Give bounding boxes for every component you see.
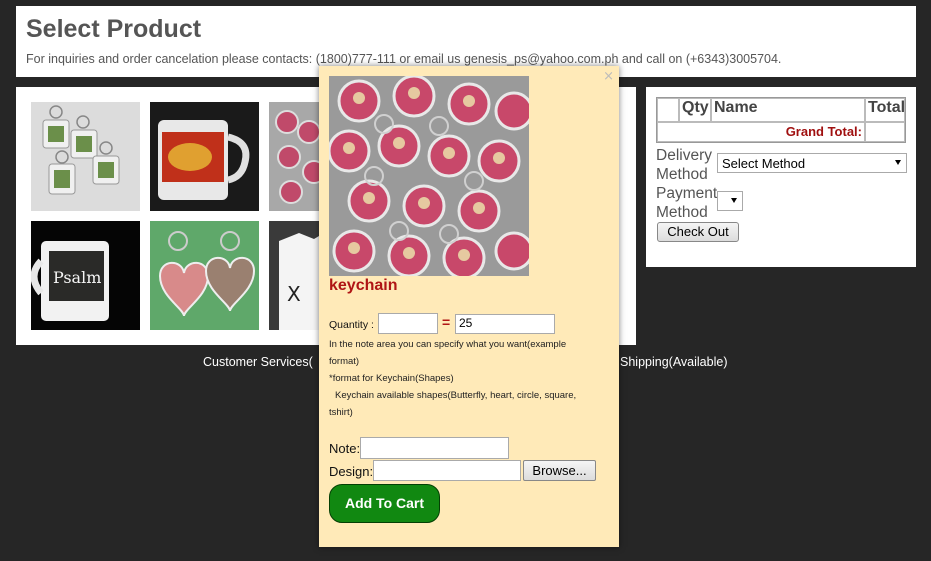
contact-info: For inquiries and order cancelation plea… [26,52,782,66]
product-image [329,76,529,276]
product-thumb-keychain-heart[interactable] [150,221,259,330]
product-thumb-mug-psalm[interactable]: Psalm [31,221,140,330]
delivery-method-select[interactable]: Select Method [717,153,907,173]
chevron-down-icon [731,198,737,203]
note-input[interactable] [360,437,509,459]
add-to-cart-button[interactable]: Add To Cart [329,484,440,523]
delivery-label-line1: Delivery [656,147,712,164]
cart-table: Qty Name Total Grand Total: [656,97,906,143]
note-label: Note: [329,441,361,456]
page-title: Select Product [26,15,202,43]
cart-col-blank [657,98,679,122]
footer-customer-services[interactable]: Customer Services( [203,355,313,369]
mug-red-image [150,102,259,211]
quantity-label: Quantity : [329,319,374,331]
close-icon[interactable]: × [603,69,614,84]
add-product-modal: × keychain Quantity : = 25 In the note a… [319,66,619,547]
instructions-line-5: tshirt) [329,407,353,418]
cart-panel: Qty Name Total Grand Total: Delivery Met… [646,87,916,267]
instructions-line-3: *format for Keychain(Shapes) [329,373,454,384]
total-price-field[interactable]: 25 [455,314,555,334]
design-file-input[interactable] [373,460,521,481]
cart-col-name: Name [711,98,865,122]
cart-col-qty: Qty [679,98,711,122]
keychain-heart-image [150,221,259,330]
chevron-down-icon [895,160,901,165]
keychain-tshirt-image [31,102,140,211]
checkout-button[interactable]: Check Out [657,222,739,242]
product-thumb-keychain-tshirt[interactable] [31,102,140,211]
keychain-photo [329,76,529,276]
payment-label-line2: Method [656,204,708,221]
footer-shipping[interactable]: Shipping(Available) [620,355,727,369]
instructions-text: In the note area you can specify what yo… [329,336,614,421]
product-thumb-mug-red[interactable] [150,102,259,211]
instructions-line-4: Keychain available shapes(Butterfly, hea… [335,390,577,401]
payment-label-line1: Payment [656,185,718,202]
svg-text:X: X [287,282,301,306]
cart-col-total: Total [865,98,905,122]
mug-psalm-image: Psalm [31,221,140,330]
payment-method-select[interactable] [717,191,743,211]
product-name: keychain [329,277,398,294]
equals-sign: = [442,314,451,330]
quantity-input[interactable] [378,313,438,334]
instructions-line-2: format) [329,356,360,367]
instructions-line-1: In the note area you can specify what yo… [329,339,567,350]
grand-total-label: Grand Total: [657,122,865,142]
delivery-method-value: Select Method [722,156,806,171]
svg-text:Psalm: Psalm [53,268,101,287]
grand-total-value [865,122,905,142]
design-label: Design: [329,464,374,479]
delivery-label-line2: Method [656,166,708,183]
browse-button[interactable]: Browse... [523,460,596,481]
